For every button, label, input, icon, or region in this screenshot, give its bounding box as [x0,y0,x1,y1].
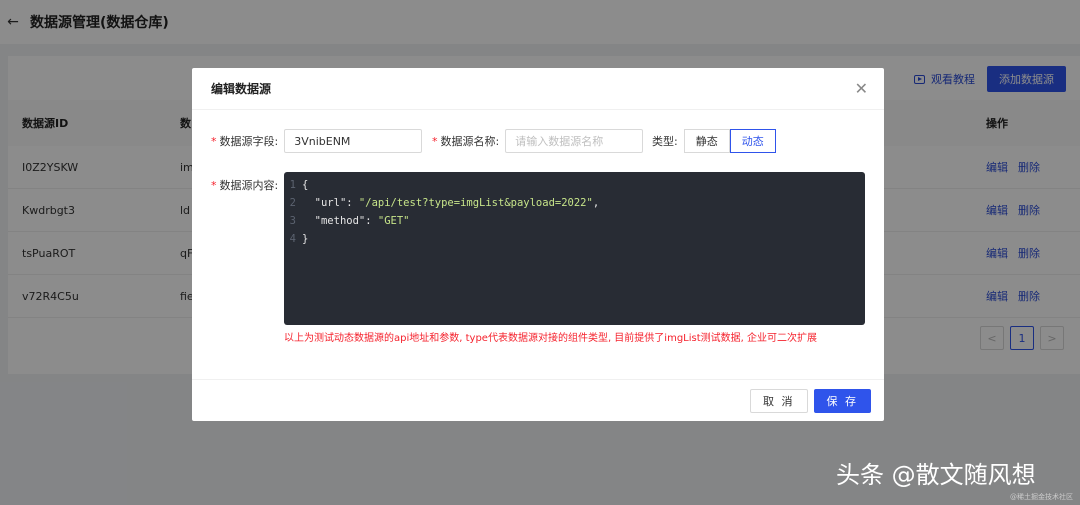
required-mark: * [211,134,217,148]
field-key-input[interactable]: 3VnibENM [284,129,423,153]
code-text: { [302,179,309,191]
watermark-small-text: @稀土掘金技术社区 [1010,493,1073,501]
line-number: 4 [289,233,296,245]
code-key: "url" [314,197,347,209]
code-string: "GET" [377,215,410,227]
edit-datasource-modal: 编辑数据源 ✕ * 数据源字段: 3VnibENM * 数据源名称: 请输入数据… [192,68,884,421]
line-number: 1 [289,179,296,191]
field-key-row: * 数据源字段: 3VnibENM [211,129,423,153]
required-mark: * [211,178,217,192]
code-line: 1 { [284,176,865,194]
line-number: 2 [289,197,296,209]
required-mark: * [432,134,438,148]
save-button[interactable]: 保 存 [813,388,871,413]
watermark-text: 头条 @散文随风想 [836,461,1036,489]
code-text: } [302,233,309,245]
type-segmented: 静态 动态 [683,129,776,153]
close-icon[interactable]: ✕ [855,79,868,98]
modal-footer: 取 消 保 存 [192,379,884,421]
field-name-label: 数据源名称: [440,135,500,148]
code-string: "/api/test?type=imgList&payload=2022" [358,197,593,209]
code-line: 4 } [284,230,865,248]
field-name-row: * 数据源名称: 请输入数据源名称 [432,129,644,153]
type-label: 类型: [652,135,678,148]
type-row: 类型: 静态 动态 [652,129,776,153]
code-line: 3 "method": "GET" [284,212,865,230]
code-key: "method" [314,215,366,227]
code-line: 2 "url": "/api/test?type=imgList&payload… [284,194,865,212]
field-key-label: 数据源字段: [219,135,279,148]
line-number: 3 [289,215,296,227]
type-static-option[interactable]: 静态 [683,129,730,153]
hint-text: 以上为测试动态数据源的api地址和参数, type代表数据源对接的组件类型, 目… [284,333,818,344]
type-dynamic-option[interactable]: 动态 [729,129,776,153]
field-name-input[interactable]: 请输入数据源名称 [505,129,644,153]
content-row: * 数据源内容: [211,177,278,193]
code-editor[interactable]: 1 { 2 "url": "/api/test?type=imgList&pay… [284,172,865,325]
modal-title: 编辑数据源 [211,82,272,96]
content-label: 数据源内容: [219,179,279,192]
cancel-button[interactable]: 取 消 [750,388,808,413]
modal-header: 编辑数据源 ✕ [192,68,884,110]
